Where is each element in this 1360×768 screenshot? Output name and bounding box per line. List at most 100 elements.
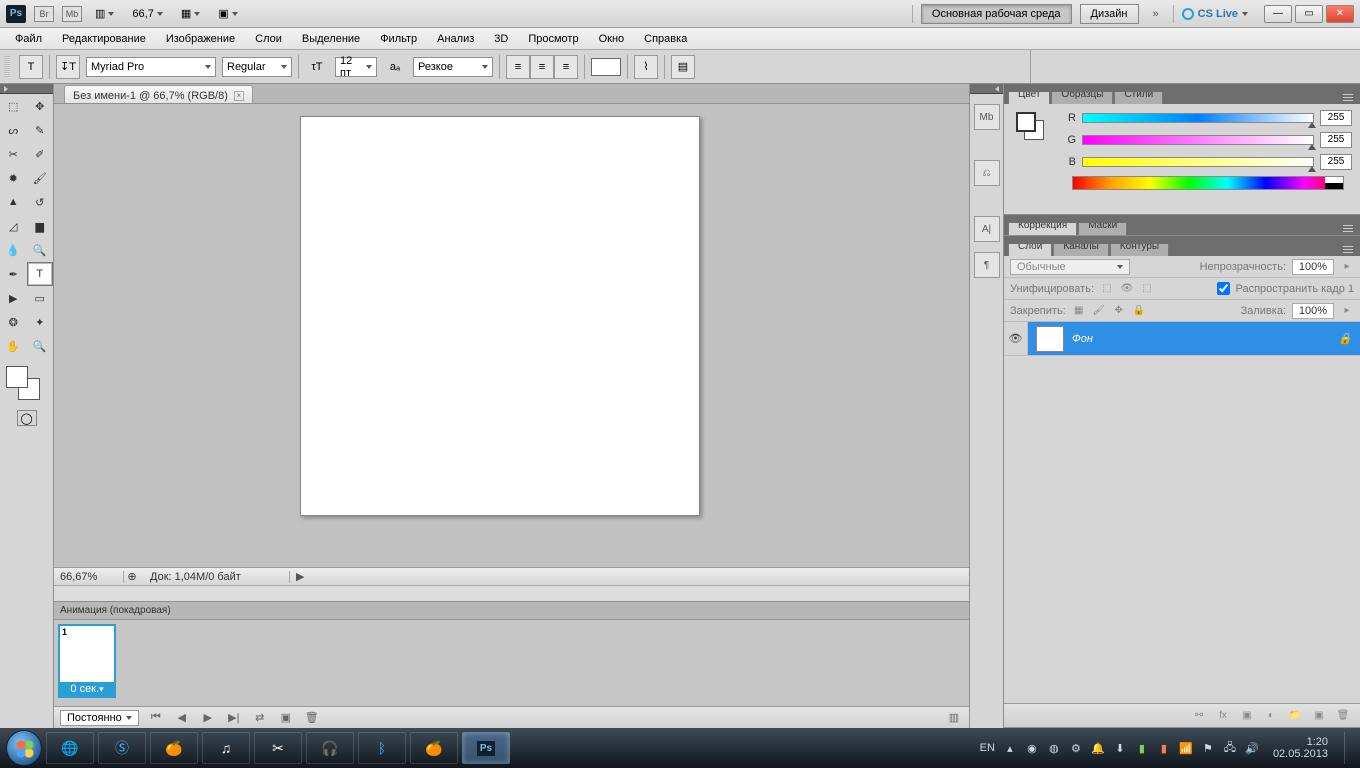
gradient-tool[interactable]: ▆ (27, 214, 54, 238)
opacity-field[interactable]: 100% (1292, 259, 1334, 275)
panel-foreground-swatch[interactable] (1016, 112, 1036, 132)
eyedropper-tool[interactable]: ✐ (27, 142, 54, 166)
lock-transparency-icon[interactable]: ▦ (1072, 304, 1086, 318)
window-close-button[interactable]: ✕ (1326, 5, 1354, 23)
hand-tool[interactable]: ✋ (0, 334, 27, 358)
cslive-button[interactable]: CS Live (1182, 8, 1248, 20)
window-minimize-button[interactable]: — (1264, 5, 1292, 23)
text-orientation-button[interactable]: ↧T (56, 55, 80, 79)
start-button[interactable] (6, 730, 42, 766)
fill-slider-button[interactable]: ▸ (1340, 304, 1354, 318)
text-color-swatch[interactable] (591, 58, 621, 76)
zoom-tool[interactable]: 🔍 (27, 334, 54, 358)
tray-icon-3[interactable]: ⚙ (1069, 741, 1083, 755)
layer-style-button[interactable]: fx (1216, 709, 1230, 723)
layers-panel-menu[interactable] (1340, 242, 1356, 256)
tab-color[interactable]: Цвет (1008, 86, 1050, 104)
unify-position-icon[interactable]: ⬚ (1100, 282, 1114, 296)
brush-tool[interactable]: 🖌 (27, 166, 54, 190)
3d-tool[interactable]: ❂ (0, 310, 27, 334)
menu-analysis[interactable]: Анализ (428, 30, 483, 48)
tray-icon-7[interactable]: ▮ (1157, 741, 1171, 755)
value-b[interactable]: 255 (1320, 154, 1352, 170)
quick-select-tool[interactable]: ✎ (27, 118, 54, 142)
history-brush-tool[interactable]: ↺ (27, 190, 54, 214)
move-tool[interactable]: ⬚ (0, 94, 27, 118)
taskbar-flstudio[interactable]: 🍊 (150, 732, 198, 764)
menu-3d[interactable]: 3D (485, 30, 517, 48)
dock-history-icon[interactable]: ⎌ (974, 160, 1000, 186)
tray-language[interactable]: EN (980, 742, 995, 754)
tool-preset-button[interactable]: T (19, 55, 43, 79)
lock-position-icon[interactable]: ✥ (1112, 304, 1126, 318)
align-left-button[interactable]: ≡ (506, 55, 530, 79)
color-panel-menu[interactable] (1340, 90, 1356, 104)
animation-next-button[interactable]: ▶| (225, 711, 243, 725)
taskbar-app4[interactable]: 🍊 (410, 732, 458, 764)
animation-loop-combo[interactable]: Постоянно (60, 710, 139, 726)
slider-b[interactable] (1082, 157, 1314, 167)
horizontal-scrollbar[interactable] (54, 585, 969, 601)
tray-icon-6[interactable]: ▮ (1135, 741, 1149, 755)
tab-swatches[interactable]: Образцы (1051, 86, 1113, 104)
menu-file[interactable]: Файл (6, 30, 51, 48)
crop-tool[interactable]: ✂ (0, 142, 27, 166)
marquee-tool[interactable]: ✥ (27, 94, 54, 118)
taskbar-skype[interactable]: Ⓢ (98, 732, 146, 764)
animation-delete-button[interactable]: 🗑 (303, 711, 321, 725)
layer-visibility-icon[interactable]: 👁 (1004, 322, 1028, 355)
tray-network[interactable]: 🖧 (1223, 741, 1237, 755)
tab-layers[interactable]: Слои (1008, 238, 1052, 256)
optionsbar-grip[interactable] (4, 56, 10, 78)
tab-styles[interactable]: Стили (1114, 86, 1163, 104)
extras-dropdown[interactable]: ▣ (213, 6, 242, 21)
blend-mode-combo[interactable]: Обычные (1010, 259, 1130, 275)
menu-window[interactable]: Окно (590, 30, 634, 48)
status-zoom[interactable]: 66,67% (54, 571, 124, 583)
document-tab[interactable]: Без имени-1 @ 66,7% (RGB/8) × (64, 85, 253, 103)
taskbar-app1[interactable]: ♫ (202, 732, 250, 764)
toolbox-collapse-button[interactable] (0, 84, 53, 94)
layer-thumbnail[interactable] (1036, 326, 1064, 352)
animation-timeline-toggle[interactable]: ▥ (945, 711, 963, 725)
lasso-tool[interactable]: ᔕ (0, 118, 27, 142)
menu-layer[interactable]: Слои (246, 30, 291, 48)
animation-first-button[interactable]: ⏮ (147, 711, 165, 725)
tray-volume[interactable]: 🔊 (1245, 741, 1259, 755)
animation-newframe-button[interactable]: ▣ (277, 711, 295, 725)
dock-expand-button[interactable] (970, 84, 1003, 94)
canvas[interactable] (300, 116, 700, 516)
tray-show-hidden[interactable]: ▴ (1003, 741, 1017, 755)
delete-layer-button[interactable]: 🗑 (1336, 709, 1350, 723)
arrange-dropdown[interactable]: ▦ (176, 6, 205, 21)
tab-paths[interactable]: Контуры (1110, 238, 1169, 256)
taskbar-app2[interactable]: ✂ (254, 732, 302, 764)
menu-select[interactable]: Выделение (293, 30, 369, 48)
animation-frame-1[interactable]: 1 0 сек. ▾ (58, 624, 116, 698)
adjust-panel-menu[interactable] (1340, 221, 1356, 235)
healing-tool[interactable]: ✹ (0, 166, 27, 190)
eraser-tool[interactable]: ◿ (0, 214, 27, 238)
menu-help[interactable]: Справка (635, 30, 696, 48)
dock-minibridge-icon[interactable]: Mb (974, 104, 1000, 130)
slider-r[interactable] (1082, 113, 1314, 123)
opacity-slider-button[interactable]: ▸ (1340, 260, 1354, 274)
font-style-combo[interactable]: Regular (222, 57, 292, 77)
taskbar-photoshop[interactable]: Ps (462, 732, 510, 764)
taskbar-chrome[interactable]: 🌐 (46, 732, 94, 764)
animation-tween-button[interactable]: ⇄ (251, 711, 269, 725)
type-tool[interactable]: T (27, 262, 54, 286)
tray-action-center[interactable]: ⚑ (1201, 741, 1215, 755)
status-doc-info[interactable]: Док: 1,04M/0 байт (140, 571, 290, 583)
minibridge-button[interactable]: Mb (62, 6, 82, 22)
tab-adjustments[interactable]: Коррекция (1008, 217, 1077, 235)
layer-mask-button[interactable]: ▣ (1240, 709, 1254, 723)
animation-play-button[interactable]: ▶ (199, 711, 217, 725)
canvas-viewport[interactable] (54, 104, 969, 567)
align-right-button[interactable]: ≡ (554, 55, 578, 79)
unify-visibility-icon[interactable]: 👁 (1120, 282, 1134, 296)
layer-group-button[interactable]: 📁 (1288, 709, 1302, 723)
lock-pixels-icon[interactable]: 🖌 (1092, 304, 1106, 318)
color-spectrum[interactable] (1072, 176, 1344, 190)
tab-masks[interactable]: Маски (1078, 217, 1127, 235)
